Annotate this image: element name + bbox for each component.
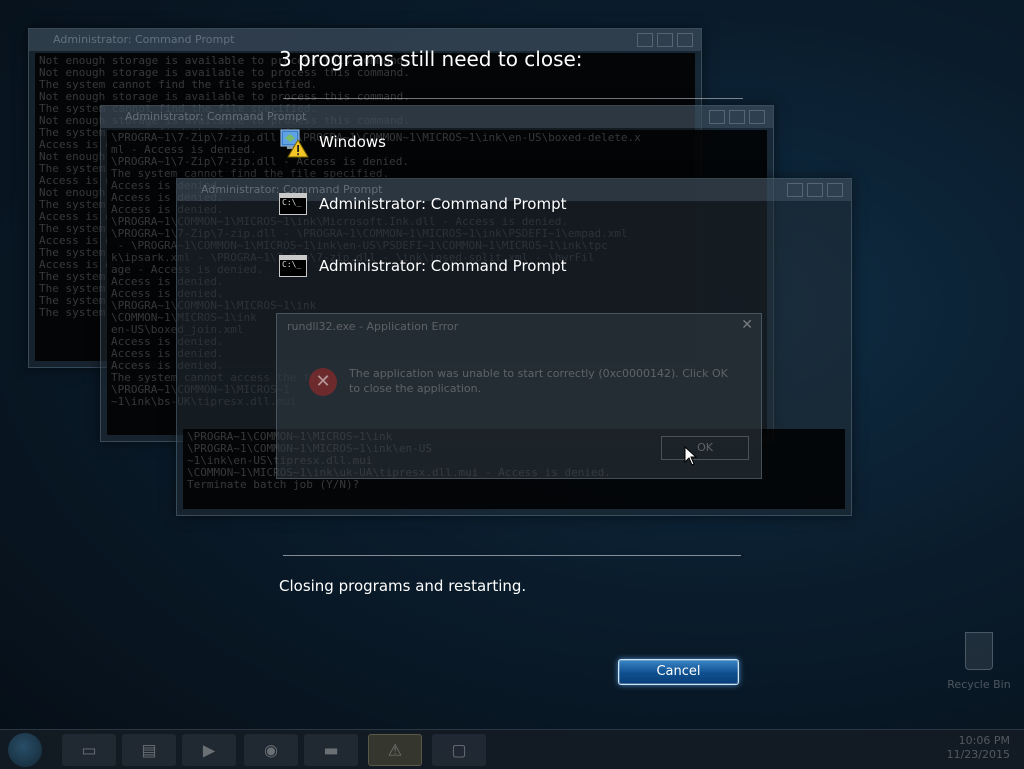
program-label: Windows bbox=[319, 133, 386, 151]
warning-icon: ⚠ bbox=[387, 740, 403, 760]
error-dialog-message: The application was unable to start corr… bbox=[349, 367, 728, 395]
status-text: Closing programs and restarting. bbox=[279, 577, 527, 595]
close-icon bbox=[677, 33, 693, 47]
taskbar-media-player-button[interactable]: ▶ bbox=[182, 734, 236, 766]
system-tray-clock[interactable]: 10:06 PM 11/23/2015 bbox=[947, 734, 1010, 762]
library-icon: ▤ bbox=[141, 740, 157, 760]
page-title: 3 programs still need to close: bbox=[279, 47, 583, 71]
minimize-icon bbox=[709, 110, 725, 124]
error-dialog-ok-button: OK bbox=[661, 436, 749, 460]
minimize-icon bbox=[787, 183, 803, 197]
windows-warning-icon bbox=[279, 128, 309, 158]
program-item-windows: Windows bbox=[279, 126, 386, 158]
command-prompt-icon: C:\_ bbox=[279, 252, 309, 280]
mouse-cursor-icon bbox=[684, 446, 698, 466]
taskbar-cmd-button[interactable]: ▬ bbox=[304, 734, 358, 766]
error-dialog-title: rundll32.exe - Application Error bbox=[287, 320, 459, 333]
tray-time: 10:06 PM bbox=[958, 734, 1010, 747]
cancel-button[interactable]: Cancel bbox=[618, 659, 739, 685]
taskbar: ▭ ▤ ▶ ◉ ▬ ⚠ ▢ 10:06 PM 11/23/2015 bbox=[0, 729, 1024, 769]
command-prompt-icon: ▬ bbox=[323, 740, 339, 760]
folder-icon: ▭ bbox=[81, 740, 97, 760]
taskbar-explorer-button[interactable]: ▭ bbox=[62, 734, 116, 766]
maximize-icon bbox=[729, 110, 745, 124]
program-item-command-prompt: C:\_ Administrator: Command Prompt bbox=[279, 250, 567, 282]
progress-divider bbox=[283, 555, 741, 556]
error-icon: ✕ bbox=[309, 368, 337, 396]
divider bbox=[283, 98, 743, 99]
background-cmd-window-2-title: Administrator: Command Prompt bbox=[101, 106, 773, 128]
tray-date: 11/23/2015 bbox=[946, 748, 1010, 761]
taskbar-library-button[interactable]: ▤ bbox=[122, 734, 176, 766]
error-dialog-close-icon: ✕ bbox=[741, 317, 753, 333]
maximize-icon bbox=[657, 33, 673, 47]
play-icon: ▶ bbox=[202, 740, 216, 760]
program-label: Administrator: Command Prompt bbox=[319, 257, 567, 275]
recycle-bin-label: Recycle Bin bbox=[947, 678, 1011, 691]
close-icon bbox=[749, 110, 765, 124]
command-prompt-icon: C:\_ bbox=[279, 190, 309, 218]
taskbar-window-button[interactable]: ▢ bbox=[432, 734, 486, 766]
program-label: Administrator: Command Prompt bbox=[319, 195, 567, 213]
close-icon bbox=[827, 183, 843, 197]
chrome-icon: ◉ bbox=[264, 740, 278, 760]
recycle-bin-icon bbox=[965, 632, 993, 670]
program-item-command-prompt: C:\_ Administrator: Command Prompt bbox=[279, 188, 567, 220]
minimize-icon bbox=[637, 33, 653, 47]
recycle-bin[interactable]: Recycle Bin bbox=[944, 632, 1014, 691]
taskbar-warning-button[interactable]: ⚠ bbox=[368, 734, 422, 766]
maximize-icon bbox=[807, 183, 823, 197]
taskbar-chrome-button[interactable]: ◉ bbox=[244, 734, 298, 766]
window-icon: ▢ bbox=[451, 740, 467, 760]
start-button[interactable] bbox=[8, 733, 42, 767]
